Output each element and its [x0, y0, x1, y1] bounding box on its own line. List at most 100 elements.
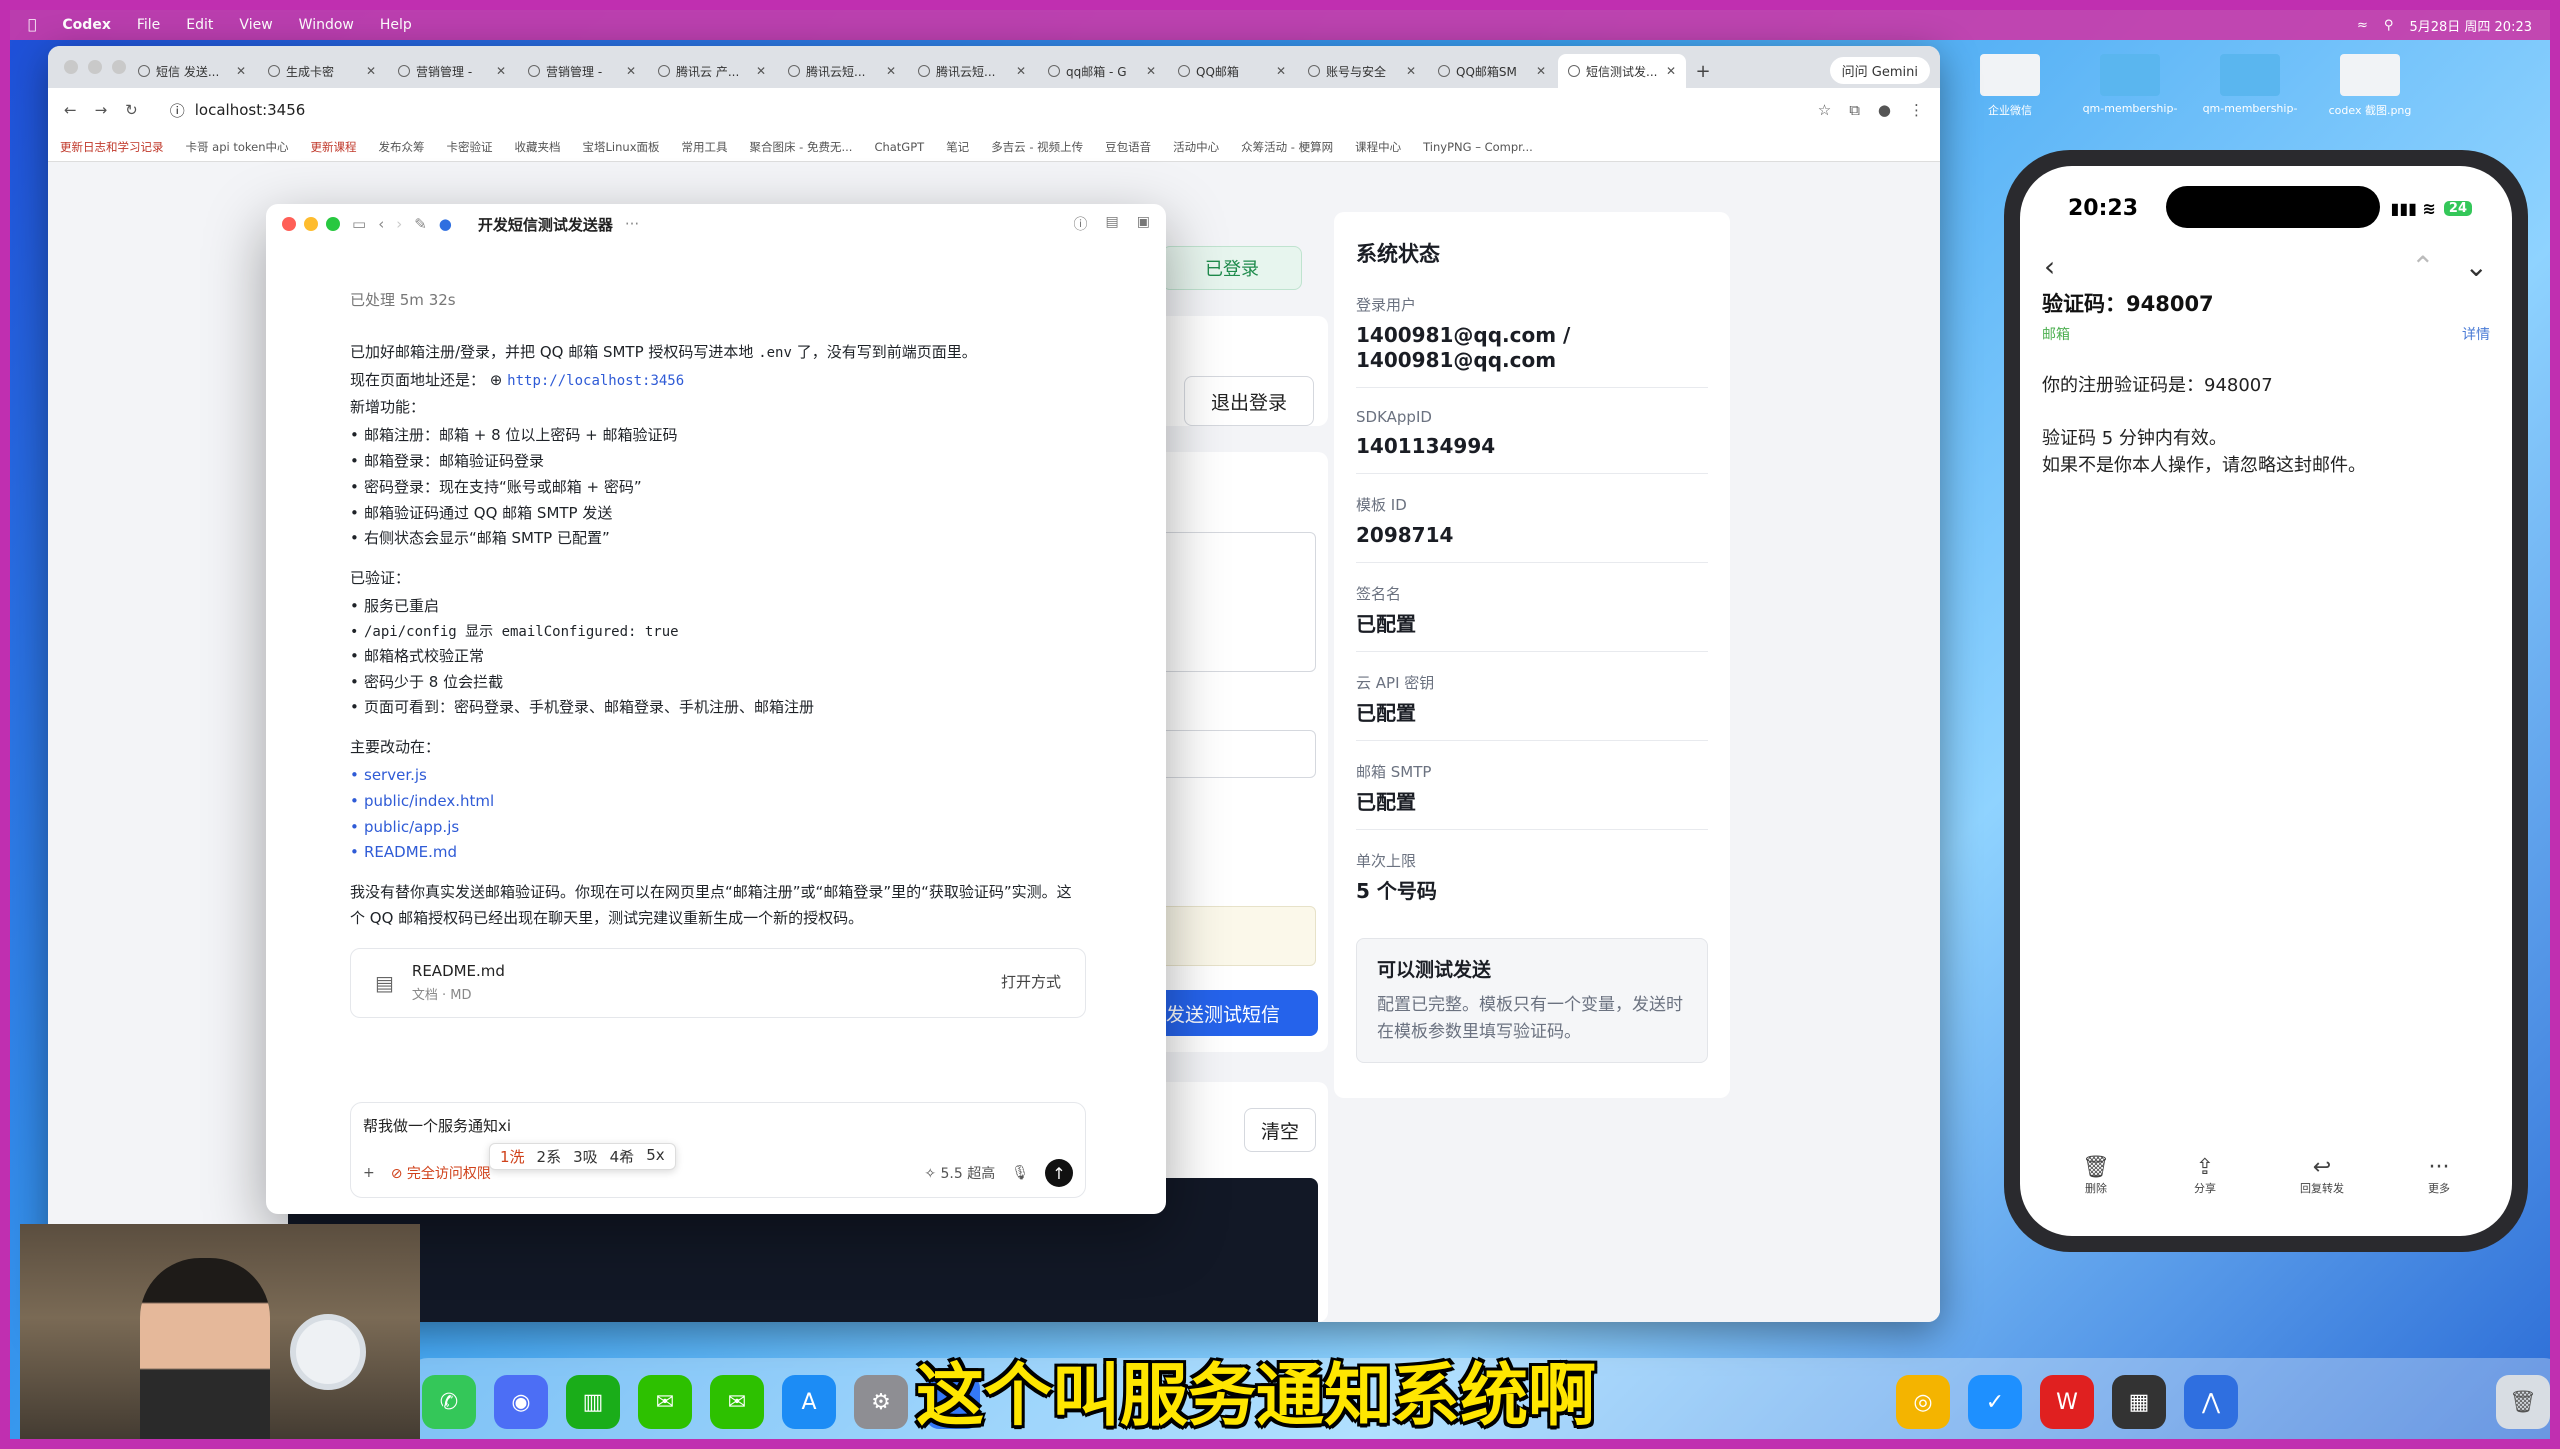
wifi-icon[interactable]: ≈	[2357, 18, 2368, 33]
desktop-icon[interactable]: qm-membership-	[2080, 54, 2180, 144]
calculator-app-icon[interactable]: ▦	[2112, 1375, 2166, 1429]
browser-tab[interactable]: 生成卡密 ✕	[258, 54, 386, 88]
wechat-work-app-icon[interactable]: ✉	[710, 1375, 764, 1429]
bookmark-star-icon[interactable]: ☆	[1818, 101, 1831, 119]
menu-window[interactable]: Window	[299, 17, 354, 33]
delete-button[interactable]: 🗑 删除	[2082, 1155, 2110, 1196]
desktop-icon[interactable]: codex 截图.png	[2320, 54, 2420, 144]
info-icon[interactable]: ⓘ	[1074, 214, 1088, 234]
bookmark-item[interactable]: 发布众筹	[379, 139, 425, 155]
localhost-link[interactable]: http://localhost:3456	[507, 373, 684, 389]
bookmark-item[interactable]: 收藏夹档	[515, 139, 561, 155]
reload-icon[interactable]: ↻	[125, 101, 138, 119]
browser-tab[interactable]: 营销管理 - ✕	[388, 54, 516, 88]
bookmark-item[interactable]: 更新日志和学习记录	[60, 139, 164, 155]
settings-app-icon[interactable]: ⚙	[854, 1375, 908, 1429]
browser-tab[interactable]: 短信 发送... ✕	[128, 54, 256, 88]
browser-tab[interactable]: QQ邮箱SM ✕	[1428, 54, 1556, 88]
search-icon[interactable]: ⚲	[2384, 18, 2394, 33]
back-icon[interactable]: ‹	[2044, 250, 2055, 283]
bookmark-item[interactable]: 宝塔Linux面板	[583, 139, 660, 155]
trash-icon[interactable]: 🗑	[2496, 1375, 2550, 1429]
browser-tab[interactable]: 账号与安全 ✕	[1298, 54, 1426, 88]
readme-file-card[interactable]: ▤ README.md 文档 · MD 打开方式	[350, 947, 1086, 1018]
model-selector[interactable]: ✧ 5.5 超高	[924, 1163, 995, 1183]
bookmark-item[interactable]: 聚合图床 - 免费无...	[750, 139, 853, 155]
file-link[interactable]: public/index.html	[350, 789, 1082, 815]
forward-icon[interactable]: →	[95, 101, 108, 119]
chevron-up-icon[interactable]: ⌃	[2411, 250, 2434, 283]
apple-icon[interactable]: 	[28, 17, 36, 33]
share-button[interactable]: ⇪ 分享	[2194, 1155, 2216, 1196]
browser-tab-active[interactable]: 短信测试发... ✕	[1558, 54, 1686, 88]
chevron-down-icon[interactable]: ⌄	[2465, 250, 2488, 283]
processed-time[interactable]: 已处理 5m 32s	[350, 288, 1082, 314]
menu-edit[interactable]: Edit	[186, 17, 213, 33]
bookmark-item[interactable]: 常用工具	[682, 139, 728, 155]
logout-button[interactable]: 退出登录	[1184, 376, 1314, 426]
new-tab-button[interactable]: +	[1688, 54, 1718, 88]
composer-input[interactable]: 帮我做一个服务通知xi	[363, 1115, 1073, 1136]
wechat-app-icon[interactable]: ✉	[638, 1375, 692, 1429]
extensions-icon[interactable]: ⧉	[1849, 101, 1860, 119]
browser-tab[interactable]: 腾讯云 产... ✕	[648, 54, 776, 88]
url-field[interactable]: ⓘ localhost:3456	[156, 94, 1800, 126]
browser-tab[interactable]: 腾讯云短... ✕	[908, 54, 1036, 88]
forward-icon[interactable]: ›	[396, 215, 402, 233]
panel-icon[interactable]: ▣	[1137, 214, 1150, 234]
bookmark-item[interactable]: 更新课程	[311, 139, 357, 155]
profile-icon[interactable]: ●	[1878, 101, 1891, 119]
app-store-icon[interactable]: A	[782, 1375, 836, 1429]
bookmark-item[interactable]: TinyPNG – Compr...	[1423, 140, 1533, 154]
browser-tab[interactable]: QQ邮箱 ✕	[1168, 54, 1296, 88]
menu-file[interactable]: File	[137, 17, 160, 33]
new-chat-icon[interactable]: ✎	[414, 215, 427, 233]
reply-button[interactable]: ↩ 回复转发	[2300, 1155, 2344, 1196]
site-info-icon[interactable]: ⓘ	[170, 100, 185, 121]
mic-icon[interactable]: 🎙	[1011, 1165, 1029, 1181]
terminal-icon[interactable]: ▤	[1106, 214, 1119, 234]
file-link[interactable]: server.js	[350, 763, 1082, 789]
bookmark-item[interactable]: 众筹活动 - 梗算网	[1241, 139, 1333, 155]
menubar-clock[interactable]: 5月28日 周四 20:23	[2409, 16, 2532, 35]
ask-gemini-button[interactable]: 问问 Gemini	[1829, 57, 1930, 84]
mail-detail-link[interactable]: 详情	[2462, 324, 2490, 344]
qq-app-icon[interactable]: ◉	[494, 1375, 548, 1429]
sidebar-toggle-icon[interactable]: ▭	[352, 215, 366, 233]
back-icon[interactable]: ‹	[378, 215, 384, 233]
more-icon[interactable]: ···	[625, 215, 639, 233]
more-menu-icon[interactable]: ⋮	[1909, 101, 1924, 119]
file-link[interactable]: README.md	[350, 840, 1082, 866]
access-mode-dropdown[interactable]: ⊘ 完全访问权限	[391, 1163, 491, 1183]
mail-sender-tag[interactable]: 邮箱	[2042, 324, 2070, 344]
clear-log-button[interactable]: 清空	[1244, 1108, 1316, 1152]
more-button[interactable]: ··· 更多	[2428, 1155, 2450, 1196]
params-textarea[interactable]	[1154, 532, 1316, 672]
feishu-app-icon[interactable]: ✓	[1968, 1375, 2022, 1429]
minimize-window-icon[interactable]	[304, 217, 318, 231]
zoom-window-icon[interactable]	[326, 217, 340, 231]
numbers-app-icon[interactable]: ▥	[566, 1375, 620, 1429]
bookmark-item[interactable]: ChatGPT	[874, 140, 924, 154]
bookmark-item[interactable]: 活动中心	[1173, 139, 1219, 155]
desktop-icon[interactable]: 企业微信	[1960, 54, 2060, 144]
desktop-icon[interactable]: qm-membership-	[2200, 54, 2300, 144]
bookmark-item[interactable]: 卡密验证	[447, 139, 493, 155]
bookmark-item[interactable]: 多吉云 - 视频上传	[991, 139, 1083, 155]
back-icon[interactable]: ←	[64, 101, 77, 119]
open-with-button[interactable]: 打开方式	[1001, 970, 1061, 996]
app-icon[interactable]: ⋀	[2184, 1375, 2238, 1429]
chrome-app-icon[interactable]: ◎	[1896, 1375, 1950, 1429]
bookmark-item[interactable]: 豆包语音	[1105, 139, 1151, 155]
bookmark-item[interactable]: 课程中心	[1355, 139, 1401, 155]
menubar-app-name[interactable]: Codex	[62, 17, 110, 33]
browser-tab[interactable]: 营销管理 - ✕	[518, 54, 646, 88]
phone-input[interactable]	[1154, 730, 1316, 778]
browser-tab[interactable]: qq邮箱 - G ✕	[1038, 54, 1166, 88]
phone-app-icon[interactable]: ✆	[422, 1375, 476, 1429]
wps-app-icon[interactable]: W	[2040, 1375, 2094, 1429]
bookmark-item[interactable]: 笔记	[946, 139, 969, 155]
file-link[interactable]: public/app.js	[350, 815, 1082, 841]
browser-tab[interactable]: 腾讯云短... ✕	[778, 54, 906, 88]
add-attachment-icon[interactable]: +	[363, 1165, 375, 1181]
